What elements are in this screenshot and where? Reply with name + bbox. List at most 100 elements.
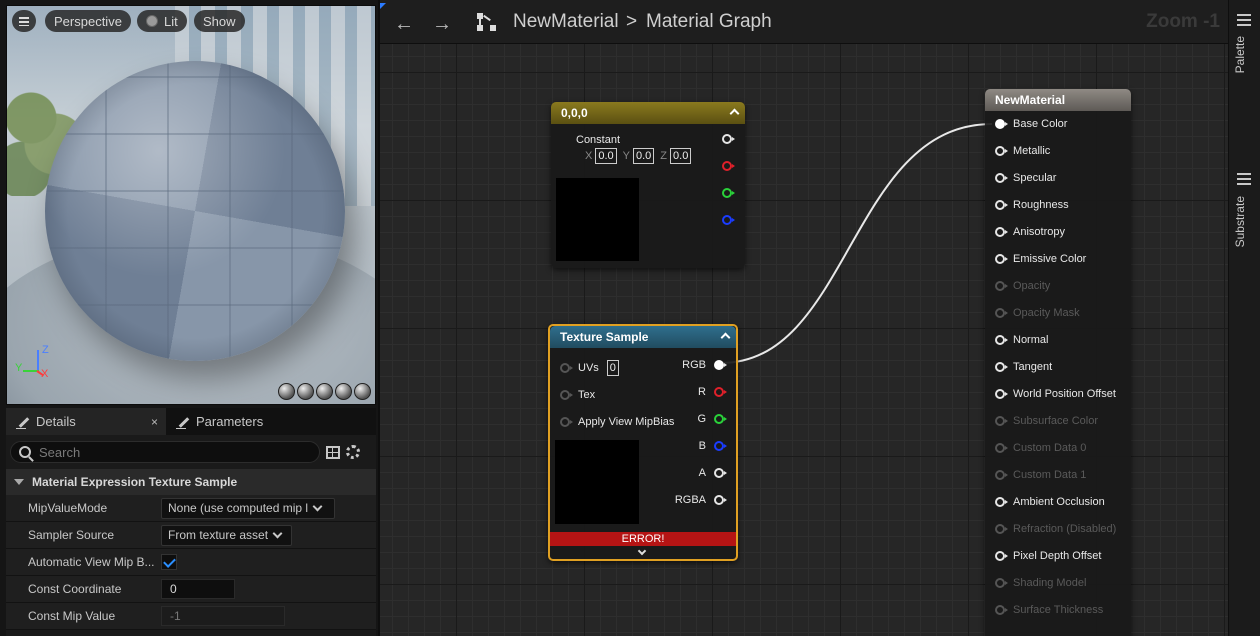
node-header[interactable]: NewMaterial <box>985 89 1131 111</box>
uvs-input-pin[interactable] <box>560 363 573 373</box>
collapse-chevron-icon[interactable] <box>729 108 740 119</box>
material-input-pin[interactable] <box>995 254 1008 264</box>
material-input-pin <box>995 443 1008 453</box>
perspective-button[interactable]: Perspective <box>45 10 131 32</box>
palette-list-icon[interactable] <box>1237 14 1251 26</box>
material-input-pin[interactable] <box>995 119 1008 129</box>
material-input-pin[interactable] <box>995 551 1008 561</box>
const-coordinate-field[interactable]: 0 <box>161 579 235 599</box>
tab-parameters[interactable]: Parameters <box>166 408 273 435</box>
zoom-level: Zoom -1 <box>1146 11 1220 32</box>
material-pin-label: Pixel Depth Offset <box>1013 550 1102 562</box>
output-pin-green[interactable] <box>722 188 735 198</box>
custom-mesh-icon[interactable] <box>354 383 371 400</box>
x-value-field[interactable]: 0.0 <box>595 148 617 164</box>
material-input-pin[interactable] <box>995 173 1008 183</box>
collapse-chevron-icon[interactable] <box>720 332 731 343</box>
automatic-view-mip-bias-checkbox[interactable] <box>161 554 177 570</box>
g-output-pin[interactable] <box>714 414 727 424</box>
y-value-field[interactable]: 0.0 <box>632 148 655 164</box>
expand-chevron-icon[interactable] <box>637 546 647 556</box>
node-title: Texture Sample <box>560 330 649 344</box>
cylinder-shape-icon[interactable] <box>278 383 295 400</box>
close-icon[interactable]: × <box>151 415 158 429</box>
section-header[interactable]: Material Expression Texture Sample <box>6 469 376 495</box>
material-input-pin[interactable] <box>995 389 1008 399</box>
a-output-row: A <box>699 467 727 479</box>
material-input-pin[interactable] <box>995 362 1008 372</box>
mipbias-input-pin[interactable] <box>560 417 573 427</box>
b-output-pin[interactable] <box>714 441 727 451</box>
const-mip-value-field[interactable]: -1 <box>161 606 285 626</box>
breadcrumb-graph[interactable]: Material Graph <box>646 11 772 33</box>
material-input-pin[interactable] <box>995 227 1008 237</box>
search-icon <box>19 446 31 458</box>
output-pin-blue[interactable] <box>722 215 735 225</box>
node-header[interactable]: Texture Sample <box>550 326 736 348</box>
cube-shape-icon[interactable] <box>335 383 352 400</box>
material-result-node[interactable]: NewMaterial Base Color Metallic Specular Ro… <box>985 89 1131 636</box>
x-label: X <box>585 150 593 162</box>
sampler-source-dropdown[interactable]: From texture asset <box>161 524 292 546</box>
breadcrumb-material[interactable]: NewMaterial <box>513 11 619 33</box>
texture-sample-node[interactable]: Texture Sample UVs 0 Tex Apply View MipB… <box>548 324 738 561</box>
a-output-pin[interactable] <box>714 468 727 478</box>
texture-preview <box>555 440 639 524</box>
constant3vector-node[interactable]: 0,0,0 Constant X 0.0 Y 0.0 Z 0.0 <box>551 102 745 268</box>
mip-value-mode-dropdown[interactable]: None (use computed mip level) <box>161 497 335 519</box>
g-label: G <box>697 413 706 425</box>
forward-arrow-icon[interactable]: → <box>432 13 452 36</box>
property-row-const-coordinate: Const Coordinate 0 <box>6 576 376 603</box>
dropdown-value: None (use computed mip level) <box>168 501 308 515</box>
sphere-shape-icon[interactable] <box>297 383 314 400</box>
axis-gizmo: Z Y X <box>15 344 55 384</box>
material-pin-label: Custom Data 1 <box>1013 469 1087 481</box>
b-label: B <box>698 440 706 452</box>
dropdown-value: From texture asset <box>168 528 269 542</box>
rgb-output-pin[interactable] <box>714 360 727 370</box>
gear-icon[interactable] <box>346 445 360 459</box>
view-mode-button[interactable]: Lit <box>137 10 187 32</box>
r-output-pin[interactable] <box>714 387 727 397</box>
tab-details[interactable]: Details × <box>6 408 166 435</box>
substrate-list-icon[interactable] <box>1237 173 1251 185</box>
material-input-pin[interactable] <box>995 497 1008 507</box>
material-preview-viewport[interactable]: Perspective Lit Show Z Y X <box>6 5 376 405</box>
plane-shape-icon[interactable] <box>316 383 333 400</box>
search-input[interactable]: Search <box>10 441 320 463</box>
r-label: R <box>698 386 706 398</box>
material-graph-canvas[interactable]: 0,0,0 Constant X 0.0 Y 0.0 Z 0.0 Texture Sa… <box>380 44 1228 636</box>
rgba-output-pin[interactable] <box>714 495 727 505</box>
tex-input-pin[interactable] <box>560 390 573 400</box>
z-value-field[interactable]: 0.0 <box>670 148 692 164</box>
material-input-pin[interactable] <box>995 200 1008 210</box>
material-input-pin[interactable] <box>995 146 1008 156</box>
x-axis-label: X <box>41 368 49 380</box>
parameters-pencil-icon <box>176 415 190 429</box>
node-header[interactable]: 0,0,0 <box>551 102 745 124</box>
rgb-to-base-color-wire <box>720 123 993 364</box>
show-button[interactable]: Show <box>194 10 245 32</box>
material-pin-label: Anisotropy <box>1013 226 1065 238</box>
chevron-down-icon <box>272 528 283 538</box>
viewport-menu-button[interactable] <box>12 10 36 32</box>
details-tab-bar: Details × Parameters <box>6 408 376 435</box>
material-pin-row-anisotropy: Anisotropy <box>995 226 1065 238</box>
back-arrow-icon[interactable]: ← <box>394 13 414 36</box>
material-pin-label: Metallic <box>1013 145 1051 157</box>
z-label: Z <box>660 150 668 162</box>
output-pin-white[interactable] <box>722 134 735 144</box>
uvs-value-field[interactable]: 0 <box>606 360 619 376</box>
table-view-icon[interactable] <box>326 445 340 459</box>
y-axis-label: Y <box>15 362 23 374</box>
substrate-tab[interactable]: Substrate <box>1233 196 1247 247</box>
property-row-sampler-source: Sampler Source From texture asset <box>6 522 376 549</box>
graph-header: ← → NewMaterial > Material Graph Zoom -1 <box>380 0 1228 44</box>
rgba-label: RGBA <box>674 494 706 506</box>
material-pin-label: Base Color <box>1013 118 1068 130</box>
material-pin-row-opacity: Opacity <box>995 280 1050 292</box>
property-label: Sampler Source <box>28 528 115 542</box>
output-pin-red[interactable] <box>722 161 735 171</box>
material-input-pin[interactable] <box>995 335 1008 345</box>
palette-tab[interactable]: Palette <box>1233 36 1247 73</box>
